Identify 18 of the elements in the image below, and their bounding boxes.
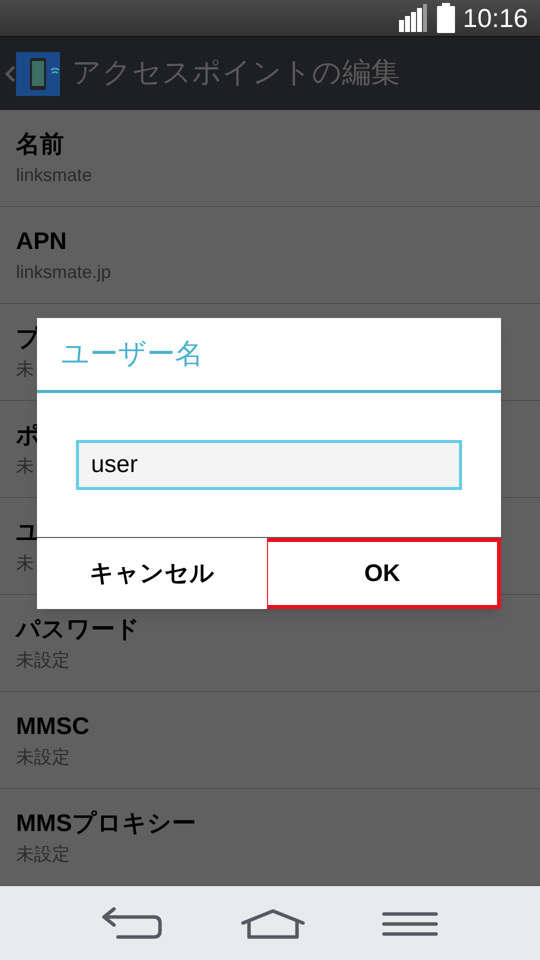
setting-title: パスワード xyxy=(16,614,140,645)
dialog-title: ユーザー名 xyxy=(61,337,203,371)
battery-icon xyxy=(436,3,455,33)
chevron-left-icon xyxy=(4,64,16,84)
signal-icon xyxy=(398,4,429,32)
clock-text: 10:16 xyxy=(462,5,528,31)
setting-title: APN xyxy=(16,226,67,257)
back-button[interactable] xyxy=(4,52,60,96)
home-icon[interactable] xyxy=(240,908,305,938)
dialog-button[interactable]: OK xyxy=(266,538,501,609)
back-icon[interactable] xyxy=(102,906,164,940)
username-field[interactable]: user xyxy=(76,440,462,490)
setting-title: 名前 xyxy=(16,130,64,160)
screen-title: アクセスポイントの編集 xyxy=(72,56,400,91)
setting-title: MMSプロキシー xyxy=(16,808,196,839)
setting-title: MMSC xyxy=(16,712,90,742)
phone-icon xyxy=(16,52,60,96)
menu-icon[interactable] xyxy=(382,910,438,936)
